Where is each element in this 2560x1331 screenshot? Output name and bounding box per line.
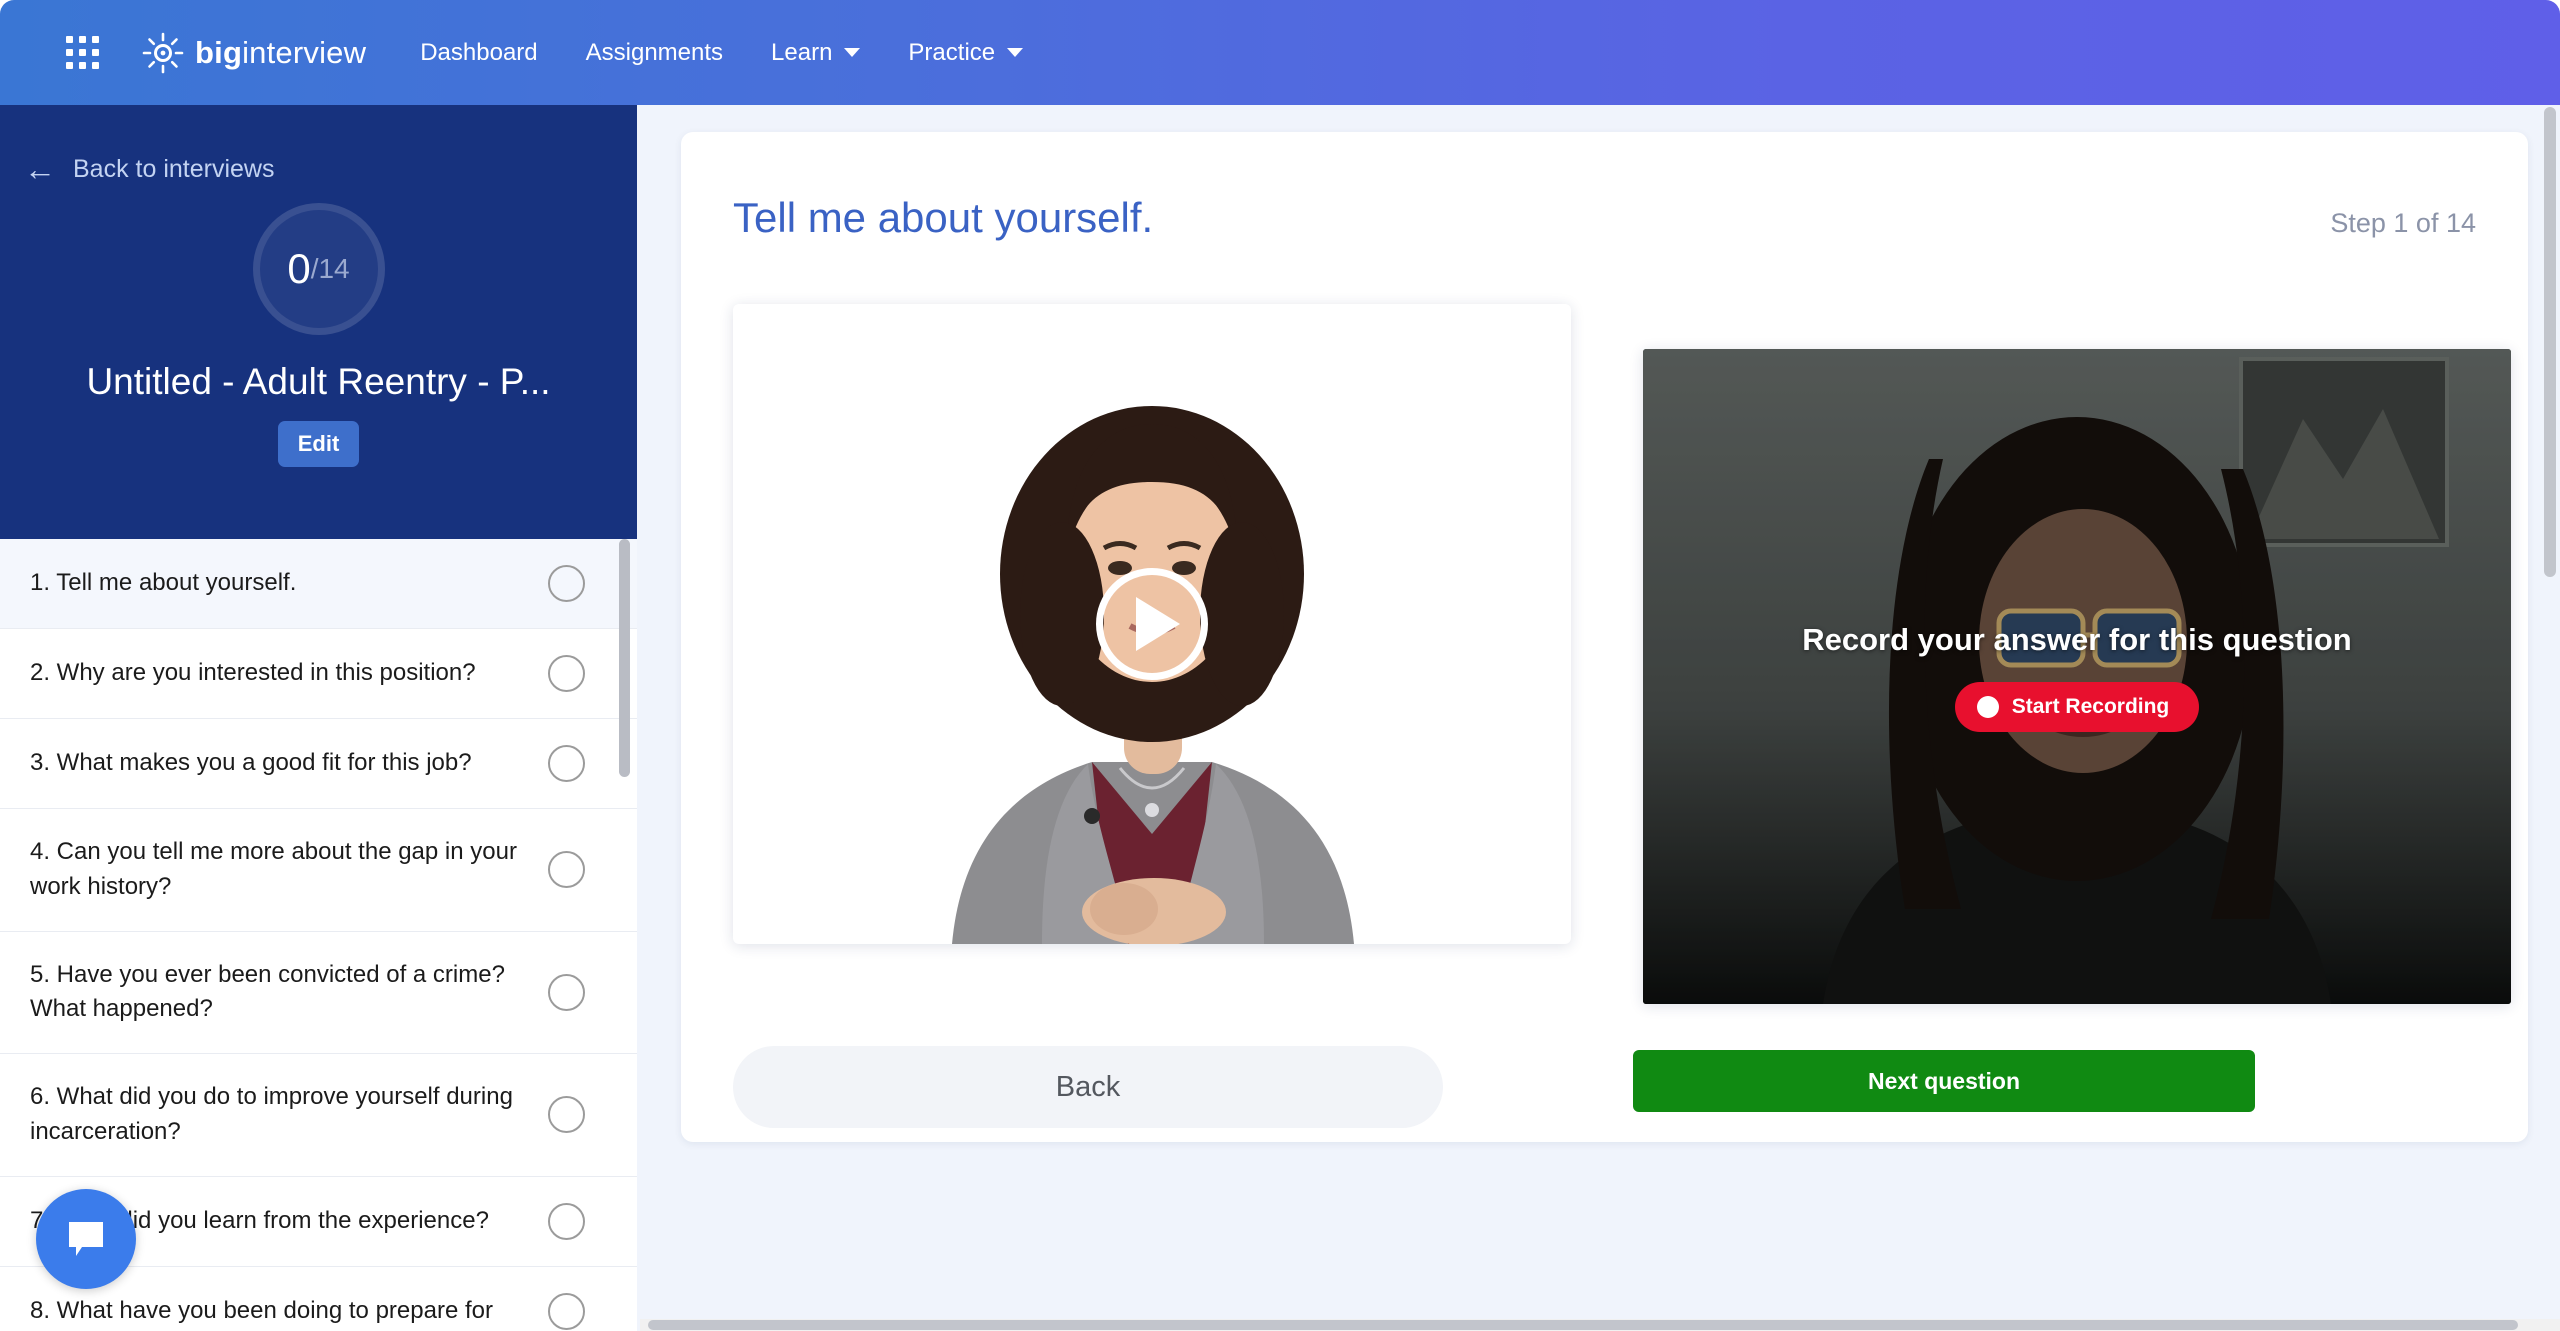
question-status-circle[interactable] bbox=[548, 1096, 585, 1134]
panels-row: Record your answer for this question Sta… bbox=[733, 304, 2511, 1004]
question-status-circle[interactable] bbox=[548, 973, 585, 1011]
question-list-item[interactable]: 5. Have you ever been convicted of a cri… bbox=[0, 932, 637, 1055]
action-buttons: Back Next question bbox=[733, 1046, 2476, 1128]
apps-grid-dot bbox=[66, 49, 73, 56]
question-list-item[interactable]: 3. What makes you a good fit for this jo… bbox=[0, 719, 637, 809]
nav-item-label: Assignments bbox=[585, 38, 724, 66]
question-label: 2. Why are you interested in this positi… bbox=[30, 659, 476, 687]
question-list-item[interactable]: 1. Tell me about yourself. bbox=[0, 539, 637, 629]
webcam-preview[interactable]: Record your answer for this question Sta… bbox=[1643, 349, 2511, 1004]
card-header: Tell me about yourself. Step 1 of 14 bbox=[733, 132, 2476, 242]
horizontal-scrollbar[interactable] bbox=[640, 1319, 2560, 1331]
question-status-circle[interactable] bbox=[548, 851, 585, 889]
apps-grid-dot bbox=[92, 49, 99, 56]
sample-video-panel bbox=[733, 304, 1571, 1004]
question-label: 5. Have you ever been convicted of a cri… bbox=[30, 960, 505, 1023]
brand-name-bold: big bbox=[195, 34, 243, 70]
question-status-circle[interactable] bbox=[548, 745, 585, 782]
question-status-circle[interactable] bbox=[548, 655, 585, 692]
nav-item-practice[interactable]: Practice bbox=[884, 39, 1047, 67]
next-question-button[interactable]: Next question bbox=[1633, 1050, 2255, 1112]
question-label: 8. What have you been doing to prepare f… bbox=[30, 1296, 493, 1324]
brand-logo[interactable]: biginterview bbox=[141, 31, 366, 75]
webcam-panel: Record your answer for this question Sta… bbox=[1643, 304, 2511, 1004]
record-dot-icon bbox=[1976, 695, 1999, 718]
chat-bubble-icon[interactable] bbox=[36, 1189, 136, 1289]
nav-item-label: Practice bbox=[908, 38, 996, 66]
sidebar-scrollbar-thumb[interactable] bbox=[619, 539, 630, 777]
start-recording-label: Start Recording bbox=[2011, 694, 2170, 718]
progress-total: /14 bbox=[310, 253, 350, 284]
nav-item-label: Dashboard bbox=[420, 38, 538, 66]
apps-grid-dot bbox=[92, 62, 99, 69]
question-status-circle[interactable] bbox=[548, 565, 585, 602]
sidebar: ← Back to interviews 0 /14 Untitled - Ad… bbox=[0, 105, 637, 1331]
chat-glyph bbox=[69, 1222, 103, 1256]
apps-grid-icon[interactable] bbox=[66, 36, 99, 69]
sample-answer-video[interactable] bbox=[733, 304, 1571, 944]
edit-button[interactable]: Edit bbox=[277, 421, 360, 467]
chevron-down-icon bbox=[1007, 48, 1024, 57]
step-indicator: Step 1 of 14 bbox=[2330, 208, 2476, 238]
apps-grid-dot bbox=[79, 49, 86, 56]
apps-grid-dot bbox=[66, 62, 73, 69]
play-icon[interactable] bbox=[1096, 568, 1208, 680]
main-content: Tell me about yourself. Step 1 of 14 Rec… bbox=[637, 105, 2560, 1331]
nav-links: Dashboard Assignments Learn Practice bbox=[396, 39, 1047, 67]
back-to-interviews-link[interactable]: ← Back to interviews bbox=[0, 105, 637, 185]
horizontal-scrollbar-thumb[interactable] bbox=[648, 1320, 2518, 1330]
main-scrollbar-thumb[interactable] bbox=[2544, 107, 2556, 577]
brand-name-light: interview bbox=[242, 34, 367, 70]
sidebar-scrollbar[interactable] bbox=[619, 539, 630, 1323]
arrow-left-icon: ← bbox=[24, 151, 56, 187]
question-label: 1. Tell me about yourself. bbox=[30, 569, 297, 597]
apps-grid-dot bbox=[66, 36, 73, 43]
back-to-interviews-label: Back to interviews bbox=[73, 154, 275, 183]
play-triangle bbox=[1136, 597, 1180, 651]
question-card: Tell me about yourself. Step 1 of 14 Rec… bbox=[681, 132, 2528, 1142]
interview-title: Untitled - Adult Reentry - P... bbox=[86, 361, 551, 402]
question-status-circle[interactable] bbox=[548, 1292, 585, 1330]
progress-ring-wrapper: 0 /14 bbox=[0, 203, 637, 335]
main-inner: Tell me about yourself. Step 1 of 14 Rec… bbox=[661, 105, 2550, 1313]
question-list-item[interactable]: 6. What did you do to improve yourself d… bbox=[0, 1054, 637, 1177]
top-navigation-bar: biginterview Dashboard Assignments Learn… bbox=[0, 0, 2560, 105]
app-root: biginterview Dashboard Assignments Learn… bbox=[0, 0, 2560, 1331]
sidebar-header: ← Back to interviews 0 /14 Untitled - Ad… bbox=[0, 105, 637, 539]
start-recording-button[interactable]: Start Recording bbox=[1954, 681, 2200, 732]
nav-item-assignments[interactable]: Assignments bbox=[562, 39, 747, 67]
main-scrollbar[interactable] bbox=[2544, 105, 2556, 1331]
record-prompt: Record your answer for this question bbox=[1802, 621, 2352, 657]
apps-grid-dot bbox=[92, 36, 99, 43]
nav-item-label: Learn bbox=[771, 38, 833, 66]
question-status-circle[interactable] bbox=[548, 1202, 585, 1240]
question-label: 4. Can you tell me more about the gap in… bbox=[30, 838, 517, 900]
sun-icon bbox=[141, 31, 185, 75]
nav-item-dashboard[interactable]: Dashboard bbox=[396, 39, 561, 67]
page-title: Tell me about yourself. bbox=[733, 194, 1154, 241]
progress-ring: 0 /14 bbox=[252, 203, 385, 335]
question-list-item[interactable]: 4. Can you tell me more about the gap in… bbox=[0, 809, 637, 932]
progress-completed: 0 bbox=[287, 245, 311, 292]
question-label: 3. What makes you a good fit for this jo… bbox=[30, 749, 472, 777]
apps-grid-dot bbox=[79, 36, 86, 43]
chevron-down-icon bbox=[844, 48, 861, 57]
question-label: 6. What did you do to improve yourself d… bbox=[30, 1083, 513, 1145]
question-list-item[interactable]: 2. Why are you interested in this positi… bbox=[0, 629, 637, 719]
back-button[interactable]: Back bbox=[733, 1046, 1443, 1128]
record-overlay: Record your answer for this question Sta… bbox=[1643, 349, 2511, 1004]
nav-item-learn[interactable]: Learn bbox=[747, 39, 884, 67]
apps-grid-dot bbox=[79, 62, 86, 69]
